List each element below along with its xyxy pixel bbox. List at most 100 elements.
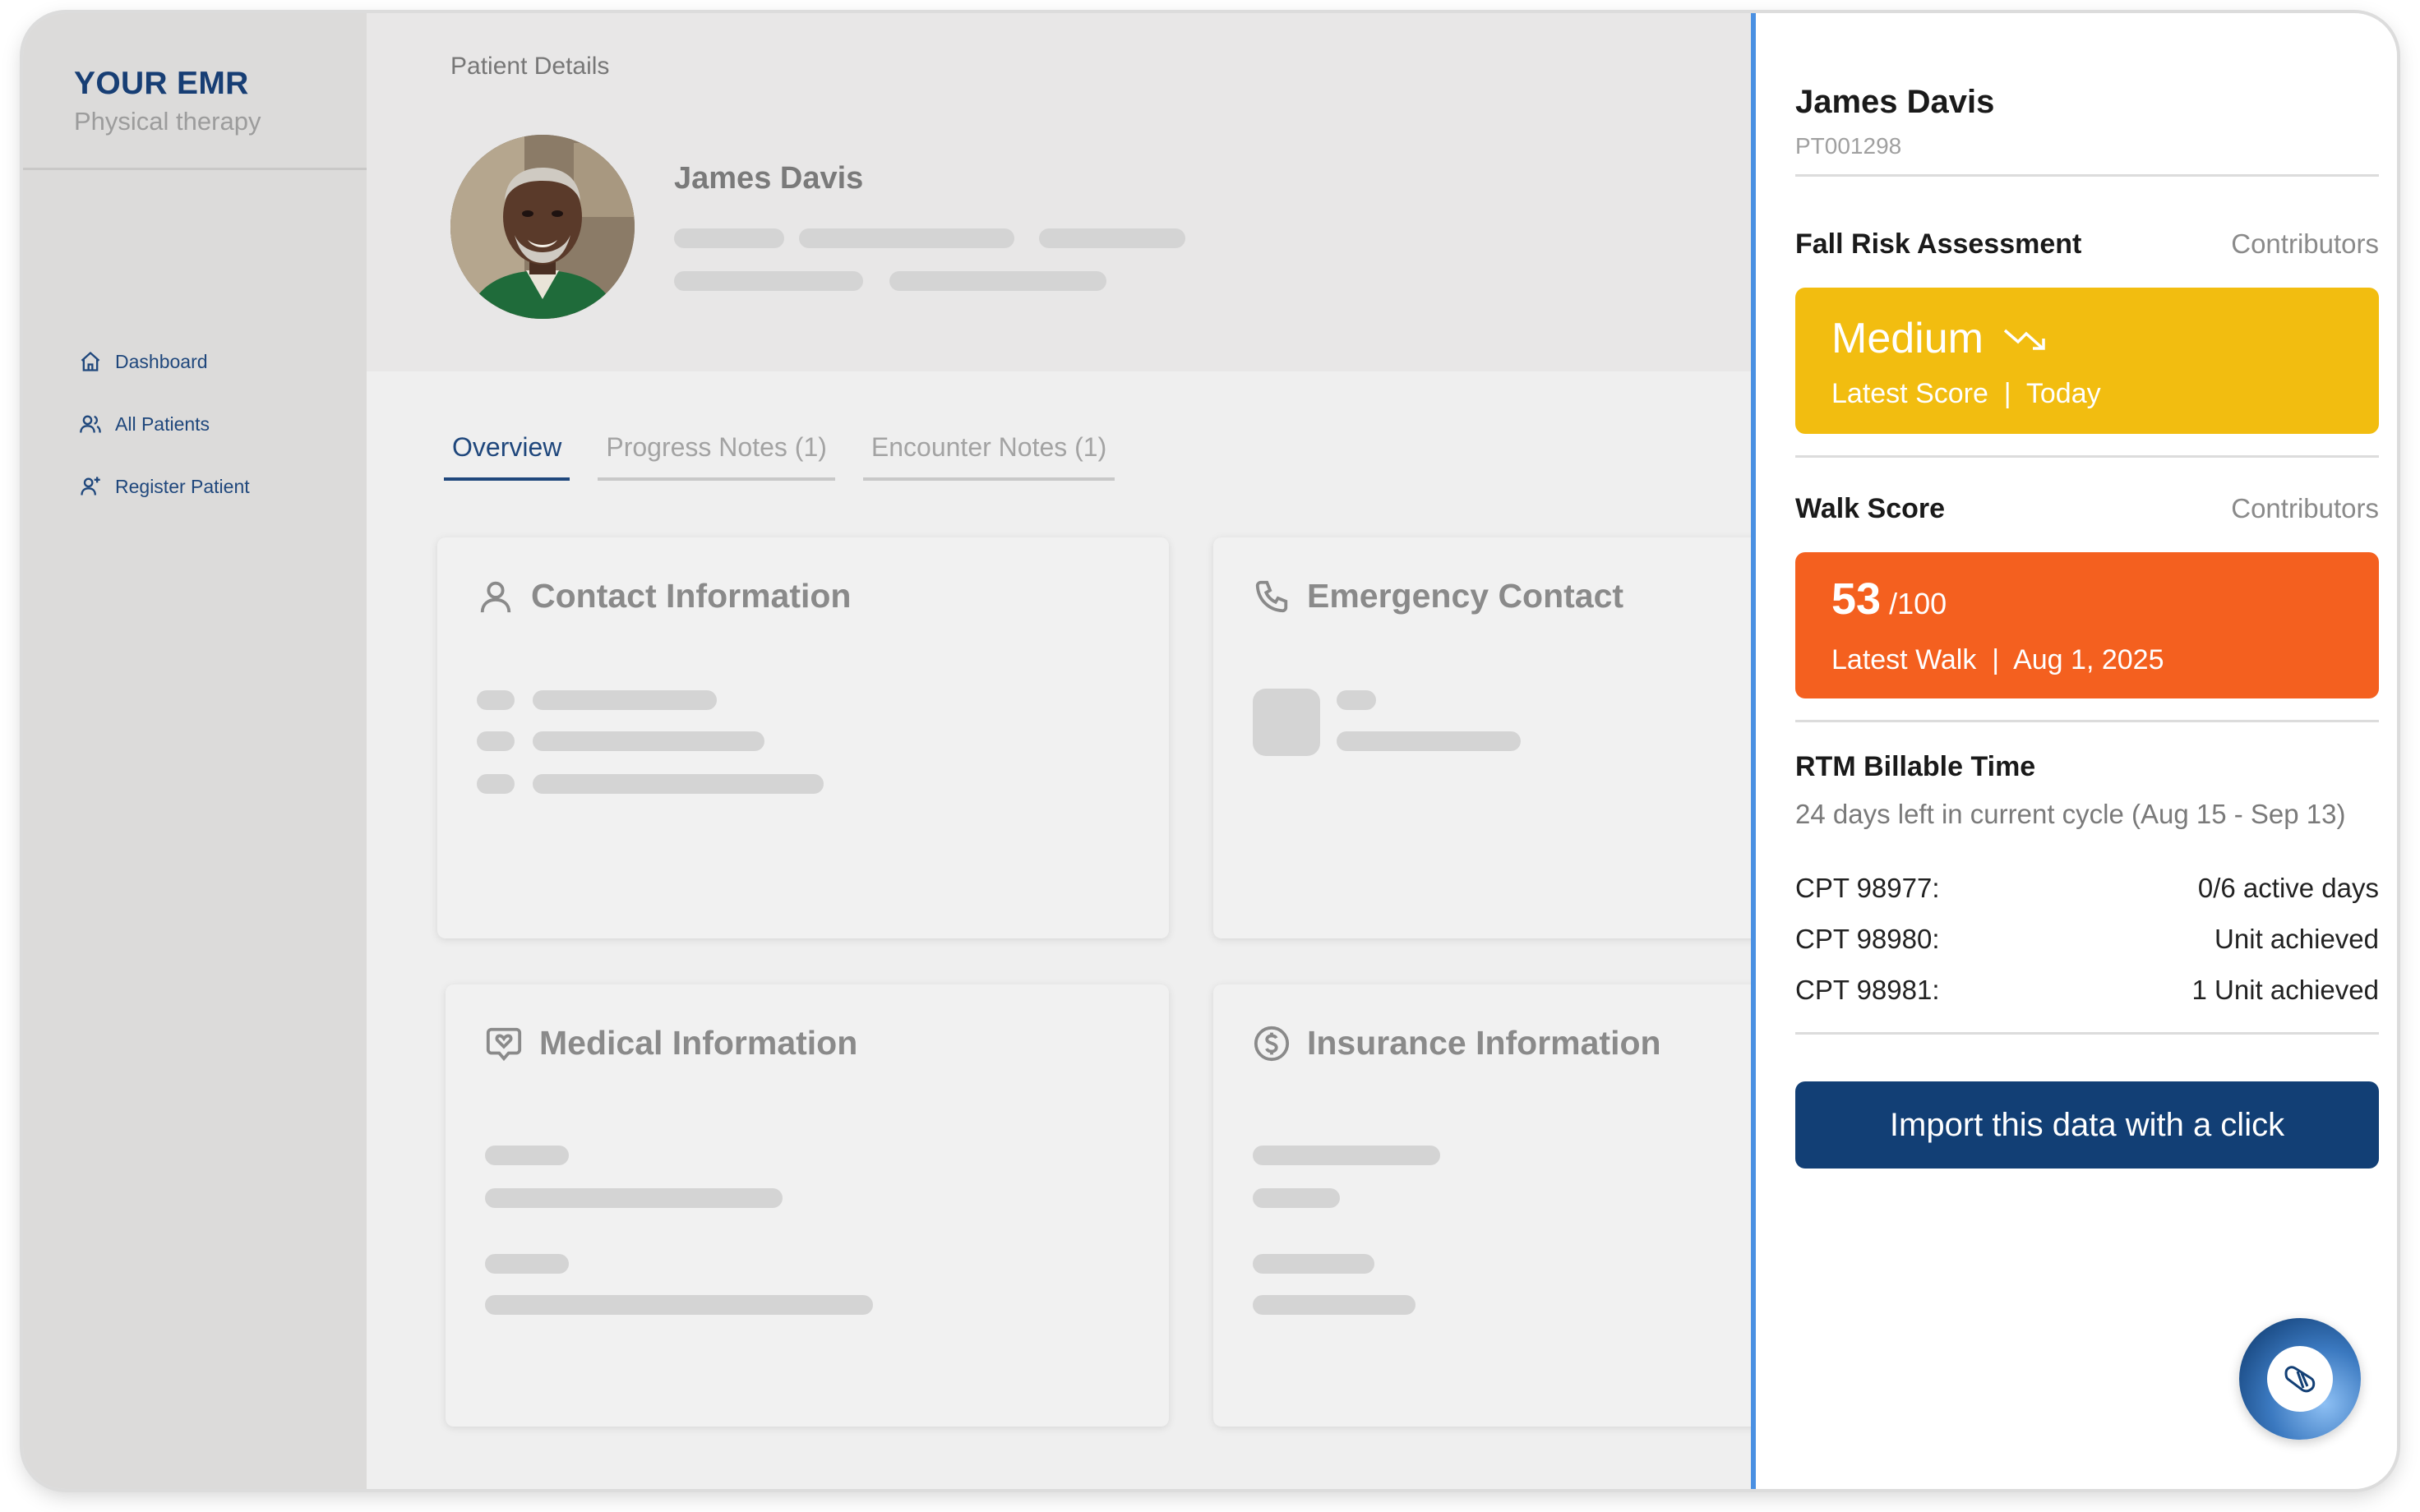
skeleton-line — [485, 1146, 569, 1165]
tab-bar: Overview Progress Notes (1) Encounter No… — [444, 432, 1143, 481]
divider — [1795, 174, 2379, 177]
fall-risk-score-card[interactable]: Medium Latest Score | Today — [1795, 288, 2379, 434]
skeleton-line — [1337, 731, 1521, 751]
contact-information-card[interactable]: Contact Information — [437, 537, 1169, 938]
skeleton-line — [1253, 1188, 1340, 1208]
rtm-cycle-info: 24 days left in current cycle (Aug 15 - … — [1795, 799, 2346, 829]
walk-score-title: Walk Score — [1795, 493, 1946, 524]
tab-encounter-notes[interactable]: Encounter Notes (1) — [862, 432, 1115, 481]
skeleton-avatar — [1253, 689, 1320, 756]
walk-score-header: Walk Score Contributors — [1795, 493, 2379, 525]
sidebar-divider — [23, 168, 367, 170]
brand-subtitle: Physical therapy — [74, 107, 261, 136]
fall-risk-level-text: Medium — [1831, 315, 1984, 362]
sidebar-item-register-patient[interactable]: Register Patient — [79, 455, 250, 518]
walk-score-max: /100 — [1889, 587, 1947, 620]
user-plus-icon — [81, 477, 100, 496]
card-title-text: Insurance Information — [1307, 1024, 1661, 1062]
walk-score-card[interactable]: 53 /100 Latest Walk | Aug 1, 2025 — [1795, 552, 2379, 698]
cpt-status: 0/6 active days — [2197, 873, 2379, 903]
fab-inner — [2267, 1346, 2333, 1412]
insurance-information-card[interactable]: Insurance Information — [1213, 984, 1789, 1427]
home-icon — [81, 351, 100, 371]
walk-score-subtext: Latest Walk | Aug 1, 2025 — [1831, 644, 2164, 675]
skeleton-line — [485, 1254, 569, 1274]
fall-risk-subtext: Latest Score | Today — [1831, 378, 2101, 409]
skeleton-dot — [477, 690, 515, 710]
sidebar: YOUR EMR Physical therapy Dashboard All … — [23, 13, 367, 1489]
walk-score-value: 53 — [1831, 574, 1882, 624]
skeleton-line — [674, 271, 863, 291]
patient-avatar — [450, 135, 635, 319]
skeleton-dot — [477, 774, 515, 794]
skeleton-line — [674, 228, 784, 248]
patient-insights-panel: James Davis PT001298 Fall Risk Assessmen… — [1751, 13, 2397, 1489]
person-icon — [480, 581, 511, 612]
cpt-code: CPT 98980: — [1795, 924, 1940, 954]
skeleton-line — [1039, 228, 1185, 248]
import-data-button[interactable]: Import this data with a click — [1795, 1081, 2379, 1169]
tab-overview[interactable]: Overview — [444, 432, 570, 481]
walk-score-contributors-link[interactable]: Contributors — [2231, 493, 2379, 524]
users-icon — [80, 415, 101, 433]
tab-progress-notes[interactable]: Progress Notes (1) — [598, 432, 835, 481]
rtm-title: RTM Billable Time — [1795, 751, 2036, 782]
trending-down-icon — [2003, 329, 2045, 350]
divider — [1795, 720, 2379, 722]
fall-risk-title: Fall Risk Assessment — [1795, 228, 2082, 260]
fall-risk-header: Fall Risk Assessment Contributors — [1795, 228, 2379, 260]
skeleton-dot — [477, 731, 515, 751]
skeleton-line — [799, 228, 1014, 248]
phone-icon — [1255, 580, 1288, 612]
card-title: Insurance Information — [1253, 1024, 1661, 1063]
skeleton-line — [533, 731, 764, 751]
divider — [1795, 1032, 2379, 1035]
cpt-code: CPT 98981: — [1795, 975, 1940, 1005]
capsule-logo-icon — [2284, 1366, 2316, 1393]
skeleton-line — [1253, 1295, 1416, 1315]
cpt-status: 1 Unit achieved — [2191, 975, 2379, 1005]
card-title: Emergency Contact — [1253, 577, 1623, 615]
fall-risk-level: Medium — [1831, 314, 2051, 363]
card-title-text: Emergency Contact — [1307, 577, 1624, 615]
sidebar-item-label: Register Patient — [115, 475, 250, 497]
panel-patient-id: PT001298 — [1795, 133, 1902, 159]
patient-name: James Davis — [674, 161, 864, 196]
card-title: Contact Information — [477, 577, 851, 615]
medical-information-card[interactable]: Medical Information — [446, 984, 1169, 1427]
skeleton-line — [1253, 1146, 1440, 1165]
skeleton-line — [1253, 1254, 1374, 1274]
sidebar-item-all-patients[interactable]: All Patients — [79, 393, 250, 455]
skeleton-line — [533, 774, 824, 794]
emergency-contact-card[interactable]: Emergency Contact — [1213, 537, 1789, 938]
skeleton-line — [533, 690, 717, 710]
cpt-status: Unit achieved — [2214, 924, 2379, 954]
skeleton-line — [485, 1188, 783, 1208]
cpt-code: CPT 98977: — [1795, 873, 1940, 903]
sidebar-nav: Dashboard All Patients Register Patient — [79, 330, 250, 518]
fall-risk-contributors-link[interactable]: Contributors — [2231, 228, 2379, 260]
sidebar-item-dashboard[interactable]: Dashboard — [79, 330, 250, 393]
dollar-circle-icon — [1254, 1026, 1290, 1061]
skeleton-line — [1337, 690, 1376, 710]
app-window: YOUR EMR Physical therapy Dashboard All … — [23, 13, 2397, 1489]
cpt-row: CPT 98977: 0/6 active days — [1795, 873, 2379, 904]
cpt-row: CPT 98980: Unit achieved — [1795, 924, 2379, 955]
walk-score-value-group: 53 /100 — [1831, 574, 1947, 625]
divider — [1795, 455, 2379, 458]
card-title-text: Medical Information — [539, 1024, 858, 1062]
skeleton-line — [889, 271, 1106, 291]
page-title: Patient Details — [450, 53, 610, 80]
sidebar-item-label: Dashboard — [115, 350, 208, 372]
card-title: Medical Information — [485, 1024, 857, 1063]
cpt-row: CPT 98981: 1 Unit achieved — [1795, 975, 2379, 1006]
brand-title: YOUR EMR — [74, 66, 249, 101]
assistant-fab-button[interactable] — [2239, 1318, 2361, 1440]
heart-chat-icon — [486, 1027, 522, 1061]
skeleton-line — [485, 1295, 873, 1315]
avatar-portrait — [450, 135, 635, 319]
card-title-text: Contact Information — [531, 577, 852, 615]
main-content: Patient Details James Davis Overview Pro… — [367, 13, 1789, 1489]
patient-header: Patient Details James Davis — [367, 13, 1754, 371]
panel-patient-name: James Davis — [1795, 84, 1995, 120]
